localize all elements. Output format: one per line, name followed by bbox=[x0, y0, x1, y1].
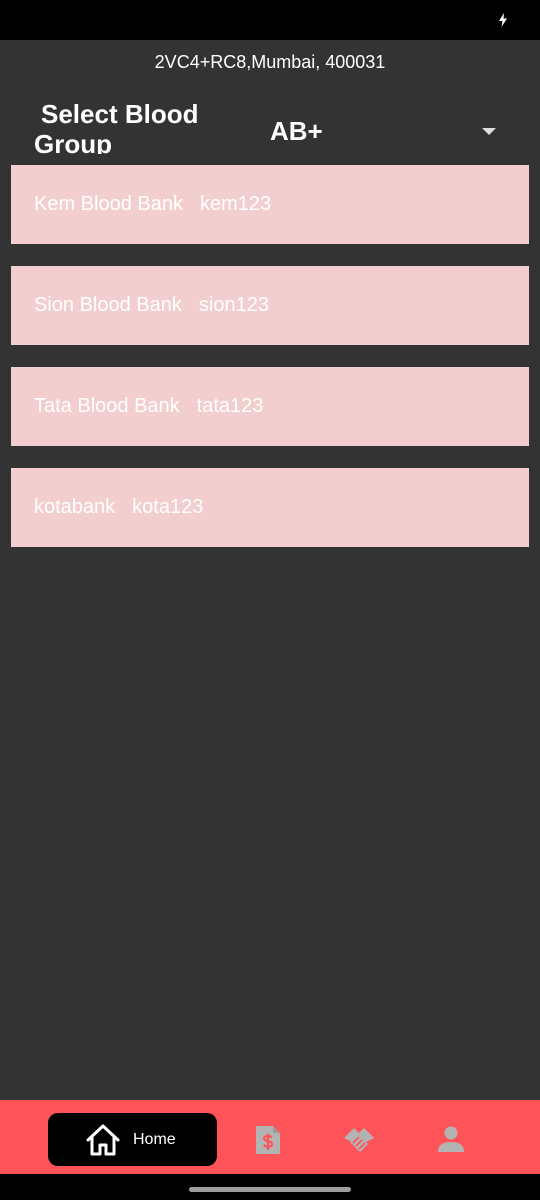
person-icon[interactable] bbox=[436, 1124, 466, 1156]
bank-name: Tata Blood Bank bbox=[34, 395, 180, 417]
blood-group-label-line1: Select Blood bbox=[41, 99, 199, 129]
blood-bank-card[interactable]: Sion Blood Bank sion123 bbox=[11, 266, 529, 345]
gesture-handle[interactable] bbox=[189, 1187, 351, 1192]
bank-name: kotabank bbox=[34, 496, 116, 518]
blood-group-value[interactable]: AB+ bbox=[270, 116, 323, 146]
blood-group-label: Select Blood Group bbox=[34, 99, 234, 154]
bottom-navigation: Home bbox=[0, 1100, 540, 1174]
blood-bank-card[interactable]: Kem Blood Bank kem123 bbox=[11, 165, 529, 244]
app-screen: 2VC4+RC8,Mumbai, 400031 Select Blood Gro… bbox=[0, 0, 540, 1200]
nav-home-label: Home bbox=[133, 1130, 176, 1148]
bank-name: Sion Blood Bank bbox=[34, 294, 182, 316]
blood-bank-card[interactable]: Tata Blood Bank tata123 bbox=[11, 367, 529, 446]
gesture-bar bbox=[0, 1174, 540, 1200]
dropdown-arrow-icon[interactable] bbox=[482, 128, 496, 135]
home-icon bbox=[86, 1124, 120, 1155]
bank-name: Kem Blood Bank bbox=[34, 193, 183, 215]
invoice-icon[interactable] bbox=[253, 1124, 283, 1156]
nav-home-button[interactable]: Home bbox=[48, 1113, 217, 1166]
location-text: 2VC4+RC8,Mumbai, 400031 bbox=[154, 52, 386, 72]
status-bar bbox=[0, 0, 540, 40]
blood-bank-card[interactable]: kotabank kota123 bbox=[11, 468, 529, 547]
bank-code: kota123 bbox=[132, 496, 204, 518]
handshake-icon[interactable] bbox=[342, 1124, 376, 1156]
blood-group-selector[interactable]: Select Blood Group AB+ bbox=[0, 96, 540, 154]
bank-code: sion123 bbox=[198, 294, 269, 316]
bank-code: tata123 bbox=[196, 395, 264, 417]
charging-icon bbox=[499, 13, 507, 27]
bank-code: kem123 bbox=[199, 193, 272, 215]
blood-bank-list: Kem Blood Bank kem123 Sion Blood Bank si… bbox=[11, 165, 529, 569]
blood-group-label-line2: Group bbox=[34, 129, 112, 154]
